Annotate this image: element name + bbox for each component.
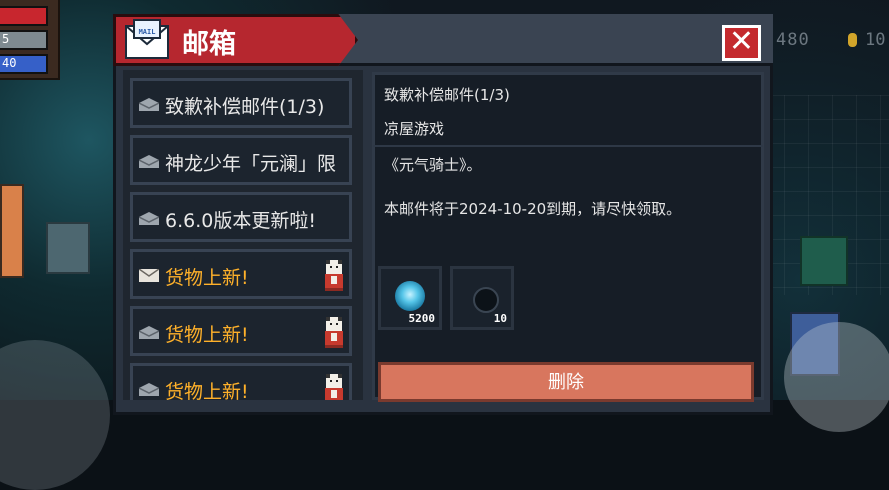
- mail-icon-text: MAIL: [139, 28, 156, 36]
- mail-list-item-label: 6.6.0版本更新啦!: [165, 210, 316, 232]
- close-button[interactable]: ✕: [722, 25, 761, 61]
- mail-list-item-label: 货物上新!: [165, 324, 249, 346]
- mail-list-item[interactable]: 货物上新!: [130, 306, 352, 356]
- mail-body-line: 《元气骑士》。: [384, 156, 482, 174]
- mail-list-item-label: 致歉补偿邮件(1/3): [165, 96, 325, 118]
- energy-bar: 40: [0, 54, 48, 74]
- detail-divider: [373, 145, 763, 147]
- mail-subject: 致歉补偿邮件(1/3): [384, 86, 510, 104]
- envelope-open-icon: [139, 326, 159, 339]
- reward-count: 5200: [408, 312, 436, 325]
- mail-list-item[interactable]: 神龙少年「元澜」限: [130, 135, 352, 185]
- envelope-open-icon: [139, 383, 159, 396]
- mail-icon: MAIL: [125, 19, 169, 59]
- gem-icon: [395, 281, 425, 311]
- mail-list-item-label: 货物上新!: [165, 267, 249, 289]
- gem-counter: 480: [776, 30, 810, 50]
- health-bar: [0, 6, 48, 26]
- mail-list-item[interactable]: 致歉补偿邮件(1/3): [130, 78, 352, 128]
- attack-button[interactable]: [784, 322, 889, 432]
- reward-slot[interactable]: 10: [450, 266, 514, 330]
- envelope-open-icon: [139, 212, 159, 225]
- reward-slot[interactable]: 5200: [378, 266, 442, 330]
- mail-list-item[interactable]: 货物上新!: [130, 363, 352, 400]
- merchant-cat-icon: [325, 317, 343, 348]
- feather-icon: [473, 287, 499, 313]
- envelope-closed-icon: [139, 269, 159, 282]
- envelope-open-icon: [139, 98, 159, 111]
- delete-button[interactable]: 删除: [378, 362, 754, 402]
- mail-expiry-line: 本邮件将于2024-10-20到期，请尽快领取。: [384, 200, 682, 218]
- mail-list-item[interactable]: 货物上新!: [130, 249, 352, 299]
- coin-counter: 10: [865, 30, 886, 50]
- mail-list-item-label: 神龙少年「元澜」限: [165, 153, 337, 175]
- energy-value: 40: [2, 56, 17, 70]
- merchant-cat-icon: [325, 260, 343, 291]
- coin-icon: [848, 33, 857, 47]
- reward-count: 10: [493, 312, 507, 325]
- mail-list-item[interactable]: 6.6.0版本更新啦!: [130, 192, 352, 242]
- background-crate: [0, 184, 24, 278]
- shield-value: 5: [2, 32, 10, 46]
- background-chest-right: [800, 236, 848, 286]
- shield-bar: 5: [0, 30, 48, 50]
- envelope-open-icon: [139, 155, 159, 168]
- merchant-cat-icon: [325, 374, 343, 400]
- window-title: 邮箱: [182, 29, 236, 60]
- mail-sender: 凉屋游戏: [384, 120, 445, 138]
- background-chest: [46, 222, 90, 274]
- mail-list[interactable]: 致歉补偿邮件(1/3) 神龙少年「元澜」限 6.6.0版本更新啦! 货物上新! …: [123, 70, 363, 400]
- mail-list-item-label: 货物上新!: [165, 381, 249, 400]
